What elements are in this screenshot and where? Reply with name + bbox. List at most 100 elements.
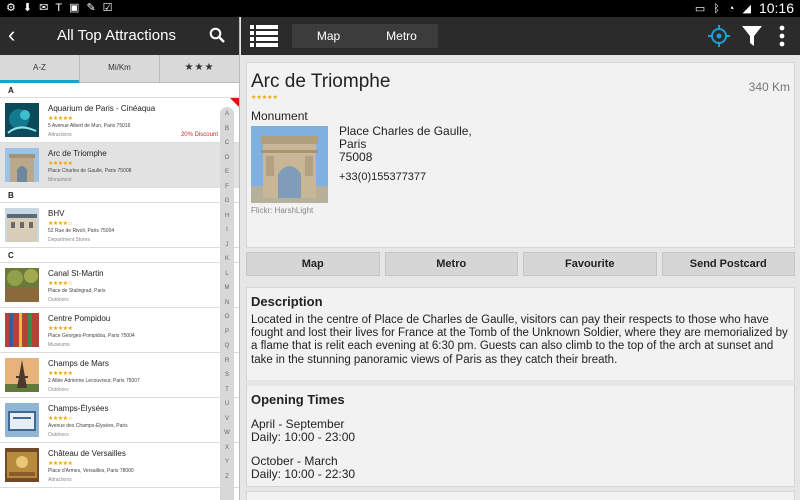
locate-icon[interactable] <box>708 25 730 47</box>
attractions-list: A Aquarium de Paris - Cinéaqua ★★★★★ 5 A… <box>0 83 239 500</box>
index-letter[interactable]: W <box>220 426 234 441</box>
index-letter[interactable]: F <box>220 180 234 195</box>
opening-times-heading: Opening Times <box>251 392 345 407</box>
index-letter[interactable]: M <box>220 281 234 296</box>
item-category: Attractions <box>48 477 72 483</box>
discount-badge: 20% Discount <box>180 132 218 138</box>
signal-icon: ◢ <box>742 3 751 15</box>
item-address: 5 Avenue Albert de Mun, Paris 75016 <box>48 123 131 129</box>
item-address: Place Charles de Gaulle, Paris 75008 <box>48 168 132 174</box>
section-header: C <box>0 248 239 263</box>
search-icon[interactable] <box>209 27 225 43</box>
index-letter[interactable]: I <box>220 223 234 238</box>
index-letter[interactable]: T <box>220 383 234 398</box>
list-item-bhv[interactable]: BHV ★★★★☆ 52 Rue de Rivoli, Paris 75004 … <box>0 203 239 248</box>
item-address: Place d'Armes, Versailles, Paris 78000 <box>48 468 134 474</box>
list-title: All Top Attractions <box>57 27 176 44</box>
clock: 10:16 <box>758 0 794 16</box>
list-item-chateau-de-versailles[interactable]: Château de Versailles ★★★★★ Place d'Arme… <box>0 443 239 488</box>
list-item-centre-pompidou[interactable]: Centre Pompidou ★★★★★ Place Georges-Pomp… <box>0 308 239 353</box>
index-letter[interactable]: J <box>220 238 234 253</box>
photo-icon: ▣ <box>69 2 80 14</box>
list-item-arc-de-triomphe[interactable]: Arc de Triomphe ★★★★★ Place Charles de G… <box>0 143 239 188</box>
index-letter[interactable]: O <box>220 310 234 325</box>
aquarium-thumbnail <box>5 103 39 137</box>
item-name: Château de Versailles <box>48 449 126 458</box>
status-bar: ⚙ ⬇ ✉ T ▣ ✎ ☑ ▭ ᛒ ◔ ◢ 10:16 <box>0 0 800 17</box>
index-letter[interactable]: Z <box>220 470 234 485</box>
pompidou-thumbnail <box>5 313 39 347</box>
index-letter[interactable]: C <box>220 136 234 151</box>
list-item-aquarium[interactable]: Aquarium de Paris - Cinéaqua ★★★★★ 5 Ave… <box>0 98 239 143</box>
index-letter[interactable]: R <box>220 354 234 369</box>
next-card-edge <box>246 491 795 500</box>
sort-tab-az[interactable]: A-Z <box>0 55 80 83</box>
map-button[interactable]: Map <box>246 252 380 276</box>
alphabet-index[interactable]: A B C D E F G H I J K L M N O P Q R S T … <box>220 107 234 500</box>
phone-number[interactable]: +33(0)155377377 <box>339 171 426 183</box>
overflow-menu-icon[interactable] <box>778 25 786 47</box>
index-letter[interactable]: G <box>220 194 234 209</box>
list-item-champs-elysees[interactable]: Champs-Élysées ★★★★☆ Avenue des Champs-É… <box>0 398 239 443</box>
item-category: Department Stores <box>48 237 90 243</box>
hours-block: October - March Daily: 10:00 - 22:30 <box>251 455 355 481</box>
description-heading: Description <box>251 294 323 309</box>
item-name: Arc de Triomphe <box>48 149 107 158</box>
index-letter[interactable]: E <box>220 165 234 180</box>
item-rating: ★★★★☆ <box>48 281 73 287</box>
section-header: A <box>0 83 239 98</box>
index-letter[interactable]: Y <box>220 455 234 470</box>
favourite-button[interactable]: Favourite <box>523 252 657 276</box>
index-letter[interactable]: L <box>220 267 234 282</box>
item-rating: ★★★★★ <box>48 371 73 377</box>
section-header: B <box>0 188 239 203</box>
versailles-thumbnail <box>5 448 39 482</box>
item-address: Place Georges-Pompidou, Paris 75004 <box>48 333 135 339</box>
item-category: Outdoors <box>48 432 69 438</box>
sort-tab-rating[interactable]: ★★★ <box>160 55 239 82</box>
sort-tabs: A-Z Mi/Km ★★★ <box>0 55 239 83</box>
index-letter[interactable]: Q <box>220 339 234 354</box>
wifi-icon: ◔ <box>727 2 735 15</box>
index-letter[interactable]: X <box>220 441 234 456</box>
sort-tab-distance[interactable]: Mi/Km <box>80 55 160 82</box>
list-item-champs-de-mars[interactable]: Champs de Mars ★★★★★ 2 Allée Adrienne Le… <box>0 353 239 398</box>
item-category: Outdoors <box>48 297 69 303</box>
attraction-photo[interactable] <box>251 126 328 203</box>
check-icon: ☑ <box>102 2 113 14</box>
index-letter[interactable]: A <box>220 107 234 122</box>
item-rating: ★★★★★ <box>48 161 73 167</box>
settings-icon: ⚙ <box>6 2 16 14</box>
item-name: BHV <box>48 209 65 218</box>
list-menu-icon[interactable] <box>250 24 278 48</box>
index-letter[interactable]: V <box>220 412 234 427</box>
detail-panel: Map Metro Arc de Triomphe 340 Km ★★★★★ M… <box>241 17 800 500</box>
bluetooth-icon: ᛒ <box>713 2 720 15</box>
index-letter[interactable]: P <box>220 325 234 340</box>
index-letter[interactable]: U <box>220 397 234 412</box>
description-card: Description Located in the centre of Pla… <box>246 287 795 381</box>
list-item-canal-st-martin[interactable]: Canal St-Martin ★★★★☆ Place de Stalingra… <box>0 263 239 308</box>
index-letter[interactable]: B <box>220 122 234 137</box>
send-postcard-button[interactable]: Send Postcard <box>661 252 795 276</box>
hours-block: April - September Daily: 10:00 - 23:00 <box>251 418 355 444</box>
photo-credit: Flickr: HarshLight <box>251 206 314 215</box>
bhv-thumbnail <box>5 208 39 242</box>
item-rating: ★★★★★ <box>48 461 73 467</box>
metro-button[interactable]: Metro <box>384 252 518 276</box>
filter-icon[interactable] <box>742 25 762 47</box>
item-category: Museums <box>48 342 70 348</box>
index-letter[interactable]: N <box>220 296 234 311</box>
back-arrow-icon[interactable]: ‹ <box>8 24 26 47</box>
item-name: Aquarium de Paris - Cinéaqua <box>48 104 156 113</box>
index-letter[interactable]: D <box>220 151 234 166</box>
attraction-card: Arc de Triomphe 340 Km ★★★★★ Monument Fl… <box>246 62 795 248</box>
index-letter[interactable]: K <box>220 252 234 267</box>
index-letter[interactable]: S <box>220 368 234 383</box>
list-header: ‹ All Top Attractions <box>0 17 239 55</box>
index-letter[interactable]: H <box>220 209 234 224</box>
tab-map[interactable]: Map <box>292 24 365 48</box>
item-name: Champs-Élysées <box>48 404 109 413</box>
edit-icon: ✎ <box>86 2 96 14</box>
tab-metro[interactable]: Metro <box>365 24 438 48</box>
